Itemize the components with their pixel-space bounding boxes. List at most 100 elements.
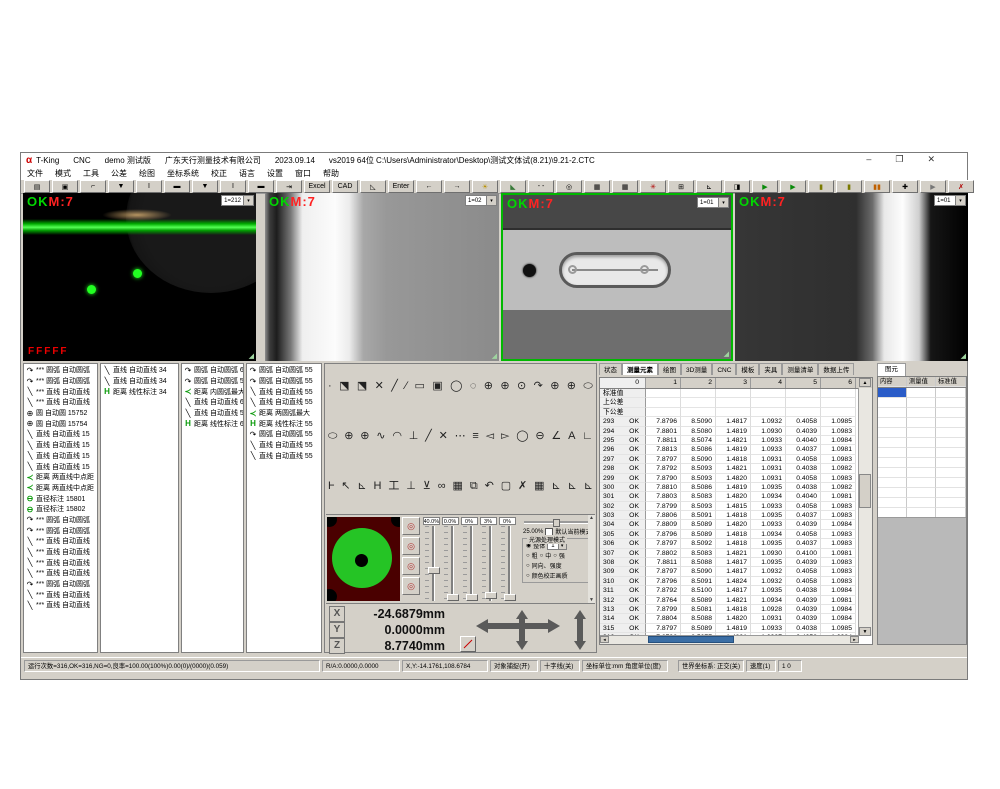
light-slider[interactable]: 0.0%	[441, 517, 459, 601]
film-grid-button[interactable]: ▦	[584, 180, 610, 193]
table-row[interactable]: 306OK7.87978.50921.48181.09350.40371.098…	[600, 539, 872, 548]
element-list-item[interactable]: ≺距离 两直线中点距	[24, 472, 97, 483]
chevron-down-icon[interactable]: ▾	[955, 196, 965, 205]
element-list-item[interactable]: ╲*** 直线 自动直线	[24, 600, 97, 611]
element-values-row[interactable]	[878, 468, 966, 478]
menu-item[interactable]: 绘图	[133, 168, 161, 179]
empty-cell[interactable]	[936, 438, 966, 448]
tab-9[interactable]: 数据上传	[818, 363, 854, 375]
scroll-up-icon[interactable]: ▲	[859, 378, 871, 387]
menu-item[interactable]: 设置	[261, 168, 289, 179]
measure-tool-icon[interactable]: ⊕	[484, 379, 493, 393]
empty-cell[interactable]	[878, 488, 907, 498]
column-header[interactable]: 4	[751, 378, 786, 388]
slider-thumb[interactable]	[466, 594, 478, 601]
empty-cell[interactable]	[878, 438, 907, 448]
table-row[interactable]: 308OK7.88118.50881.48171.09350.40391.098…	[600, 558, 872, 567]
chevron-down-icon[interactable]: ▾	[243, 196, 253, 205]
element-values-row[interactable]	[878, 438, 966, 448]
element-list-item[interactable]: H距离 线性标注 34	[101, 386, 178, 397]
tolerance-row[interactable]: 上公差	[600, 398, 872, 407]
empty-cell[interactable]	[907, 388, 936, 398]
ring-segment-icon[interactable]: ◎	[402, 577, 420, 595]
empty-cell[interactable]	[936, 418, 966, 428]
empty-cell[interactable]	[907, 498, 936, 508]
element-list-item[interactable]: ╲直线 自动直线 55	[247, 397, 321, 408]
element-values-row[interactable]	[878, 448, 966, 458]
table-row[interactable]: 295OK7.88118.50741.48211.09330.40401.098…	[600, 436, 872, 445]
measure-tool-icon[interactable]: ⊖	[535, 429, 544, 443]
column-header[interactable]: 1	[646, 378, 681, 388]
light-slider-track[interactable]	[463, 526, 475, 601]
light-slider-track[interactable]	[444, 526, 456, 601]
empty-cell[interactable]	[878, 498, 907, 508]
element-list-panel-1[interactable]: ↷*** 圆弧 自动圆弧↷*** 圆弧 自动圆弧╲*** 直线 自动直线╲***…	[23, 363, 98, 653]
result-table[interactable]: 0123456标准值上公差下公差293OK7.87968.50901.48171…	[599, 377, 873, 645]
light-slider-track[interactable]	[482, 526, 494, 601]
run-play-button[interactable]: ▶	[752, 180, 778, 193]
maximize-icon[interactable]: ❐	[895, 154, 903, 165]
slider-thumb[interactable]	[485, 592, 497, 599]
menu-item[interactable]: 语言	[233, 168, 261, 179]
resize-handle-icon[interactable]: ◢	[249, 352, 254, 360]
table-horizontal-scrollbar[interactable]: ◄ ►	[600, 635, 859, 644]
slider-thumb[interactable]	[428, 567, 440, 574]
selected-cell[interactable]	[878, 388, 907, 398]
measure-tool-icon[interactable]: ◌	[470, 379, 477, 393]
measure-tool-icon[interactable]: ✕	[375, 379, 384, 393]
column-header[interactable]: 3	[716, 378, 751, 388]
element-list-item[interactable]: ╲直线 自动直线 66	[182, 397, 243, 408]
radio-off-icon[interactable]: ○	[526, 553, 530, 559]
scroll-down-icon[interactable]: ▼	[859, 627, 871, 636]
element-list-item[interactable]: ╲*** 直线 自动直线	[24, 568, 97, 579]
element-list-panel-3[interactable]: ↷圆弧 自动圆弧 66↷圆弧 自动圆弧 55≺距离 内圆弧最大╲直线 自动直线 …	[181, 363, 244, 653]
measure-tool-icon[interactable]: ⬔	[339, 379, 349, 393]
grid-tool-button[interactable]: ⊞	[668, 180, 694, 193]
column-header[interactable]: 内容	[878, 377, 907, 387]
element-list-item[interactable]: ≺距离 两直线中点距	[24, 483, 97, 494]
menu-item[interactable]: 帮助	[317, 168, 345, 179]
measure-tool-icon[interactable]: ⊻	[423, 479, 431, 493]
menu-item[interactable]: 工具	[77, 168, 105, 179]
film-grid-2-button[interactable]: ▦	[612, 180, 638, 193]
menu-item[interactable]: 校正	[205, 168, 233, 179]
arrow-right-button[interactable]: →	[444, 180, 470, 193]
radio-off-icon[interactable]: ○	[540, 553, 544, 559]
empty-cell[interactable]	[936, 428, 966, 438]
arrow-left-button[interactable]: ←	[416, 180, 442, 193]
measure-tool-icon[interactable]: ⊕	[344, 429, 353, 443]
element-list-item[interactable]: ╲*** 直线 自动直线	[24, 557, 97, 568]
element-list-item[interactable]: ↷圆弧 自动圆弧 55	[247, 376, 321, 387]
axis-z-button[interactable]: Z	[329, 638, 345, 654]
table-vertical-scrollbar[interactable]: ▲ ▼	[858, 388, 872, 636]
measure-tool-icon[interactable]: ∕	[405, 379, 407, 393]
ring-light-preview[interactable]	[327, 517, 400, 601]
element-values-row[interactable]	[878, 388, 966, 398]
stage-2-button[interactable]: ▬	[248, 180, 274, 193]
block-a-button[interactable]: ▮	[808, 180, 834, 193]
light-slider-track[interactable]	[501, 526, 513, 601]
measure-tool-icon[interactable]: ╱	[425, 429, 432, 443]
focus-2-button[interactable]: Ι	[220, 180, 246, 193]
radio-off-icon[interactable]: ○	[526, 573, 530, 579]
ring-segment-icon[interactable]: ◎	[402, 557, 420, 575]
enter-button[interactable]: Enter	[388, 180, 414, 193]
element-list-item[interactable]: ≺距离 两圆弧最大	[247, 408, 321, 419]
focus-button[interactable]: Ι	[136, 180, 162, 193]
table-row[interactable]: 305OK7.87968.50891.48181.09340.40581.098…	[600, 530, 872, 539]
axis-y-button[interactable]: Y	[329, 622, 345, 638]
camera3-zoom-select[interactable]: 1=01 ▾	[697, 197, 729, 208]
empty-cell[interactable]	[936, 458, 966, 468]
empty-cell[interactable]	[907, 488, 936, 498]
excel-export-button[interactable]: Excel	[304, 180, 330, 193]
empty-cell[interactable]	[878, 468, 907, 478]
measure-tool-icon[interactable]: ▦	[534, 479, 544, 493]
element-list-panel-2[interactable]: ╲直线 自动直线 34╲直线 自动直线 34H距离 线性标注 34	[100, 363, 179, 653]
scroll-up-icon[interactable]: ▲	[589, 515, 594, 521]
tab-8[interactable]: 测量清单	[782, 363, 818, 375]
table-row[interactable]: 314OK7.88048.50881.48201.09310.40391.098…	[600, 614, 872, 623]
empty-cell[interactable]	[936, 408, 966, 418]
tab-2[interactable]: 测量元素	[622, 363, 658, 375]
lx-tool-button[interactable]: ⊾	[696, 180, 722, 193]
element-list-panel-4[interactable]: ↷圆弧 自动圆弧 55↷圆弧 自动圆弧 55╲直线 自动直线 55╲直线 自动直…	[246, 363, 322, 653]
